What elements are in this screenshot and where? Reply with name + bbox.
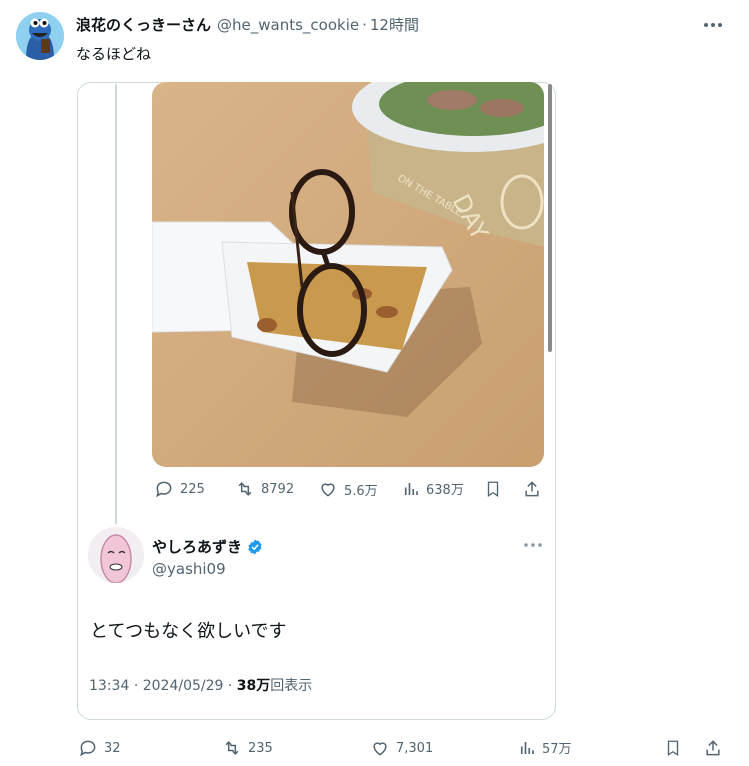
quoted-view-label: 回表示: [270, 678, 313, 694]
verified-badge-icon: [248, 539, 262, 554]
heart-icon: [321, 483, 335, 497]
meta-separator: ·: [133, 678, 139, 694]
quoted-share-button[interactable]: [522, 479, 542, 499]
reply-icon: [80, 740, 96, 757]
card-scrollbar[interactable]: [548, 84, 552, 352]
tweet-text: なるほどね: [76, 45, 152, 63]
quoted-tweet-meta: 13:34 · 2024/05/29 · 38万回表示: [89, 675, 312, 695]
quoted-time[interactable]: 13:34: [89, 678, 129, 694]
quoted-tweet-text: とてつもなく欲しいです: [90, 621, 287, 642]
meta-separator: ·: [227, 678, 233, 694]
author-avatar[interactable]: [16, 12, 64, 60]
quoted-like-count: 5.6万: [344, 483, 378, 499]
quoted-view-total: 38万: [236, 678, 271, 694]
retweet-count: 235: [248, 740, 273, 756]
share-icon: [525, 481, 539, 497]
views-icon: [520, 741, 534, 754]
tweet-header: 浪花のくっきーさん @he_wants_cookie · 12時間: [76, 14, 419, 35]
quoted-author-handle[interactable]: @yashi09: [152, 560, 226, 578]
quoted-retweet-count: 8792: [261, 481, 295, 497]
views-icon: [404, 482, 418, 495]
quoted-reply-count: 225: [180, 481, 205, 497]
quoted-tweet-photo[interactable]: DAY ON THE TABLE: [152, 82, 544, 467]
header-separator: ·: [362, 16, 367, 34]
tweet-actions-bar: 32 235 7,301 57万: [0, 738, 749, 762]
author-handle[interactable]: @he_wants_cookie: [217, 16, 359, 34]
retweet-button[interactable]: 235: [222, 738, 273, 758]
quoted-bookmark-button[interactable]: [484, 479, 502, 499]
quoted-like-button[interactable]: 5.6万: [318, 479, 378, 499]
views-button[interactable]: 57万: [518, 738, 572, 757]
share-icon: [706, 740, 720, 756]
like-button[interactable]: 7,301: [370, 738, 433, 758]
quoted-views-button[interactable]: 638万: [402, 479, 464, 498]
quoted-date[interactable]: 2024/05/29: [143, 678, 224, 694]
reply-icon: [156, 481, 172, 498]
share-button[interactable]: [703, 738, 723, 758]
more-dots-icon: [524, 543, 542, 547]
quoted-more-button[interactable]: [520, 536, 546, 554]
photo-image: DAY ON THE TABLE: [152, 82, 544, 467]
quoted-avatar-image: [88, 527, 144, 583]
retweet-icon: [225, 741, 239, 755]
bookmark-icon: [487, 481, 499, 498]
reply-count: 32: [104, 740, 121, 756]
quoted-retweet-button[interactable]: 8792: [235, 479, 294, 499]
thread-connector-line: [115, 84, 117, 524]
retweet-icon: [238, 482, 252, 496]
view-count: 57万: [542, 742, 572, 757]
quoted-author-display-name[interactable]: やしろあずき: [152, 536, 242, 557]
quoted-author-avatar[interactable]: [88, 527, 144, 583]
like-count: 7,301: [396, 740, 434, 756]
quoted-reply-button[interactable]: 225: [154, 479, 205, 499]
author-avatar-image: [16, 12, 64, 60]
quoted-view-count: 638万: [426, 483, 464, 498]
bookmark-icon: [667, 740, 679, 757]
more-dots-icon: [704, 23, 722, 27]
reply-button[interactable]: 32: [78, 738, 121, 758]
tweet-timestamp[interactable]: 12時間: [370, 14, 419, 35]
heart-icon: [373, 742, 387, 756]
bookmark-button[interactable]: [664, 738, 682, 758]
quoted-author-name-row[interactable]: やしろあずき: [152, 536, 264, 557]
author-display-name[interactable]: 浪花のくっきーさん: [76, 14, 211, 35]
more-options-button[interactable]: [700, 14, 726, 36]
